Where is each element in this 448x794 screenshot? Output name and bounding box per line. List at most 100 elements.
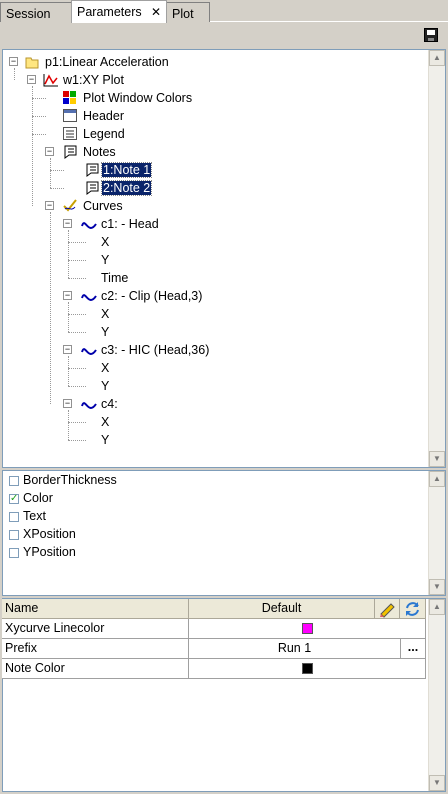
scroll-down-icon[interactable]: ▼ [429,775,445,791]
property-item[interactable]: Text [23,507,46,525]
ellipsis-button[interactable]: ... [401,639,426,659]
property-item[interactable]: XPosition [23,525,76,543]
tree-item-x[interactable]: X [101,359,109,377]
tree-item-curve-c3[interactable]: c3: - HIC (Head,36) [101,341,209,359]
curve-icon [81,217,97,231]
property-checkbox-checked[interactable]: ✓ [9,494,19,504]
toolbar [0,23,448,47]
xy-plot-icon [43,73,58,87]
property-item[interactable]: BorderThickness [23,471,117,489]
scroll-down-icon[interactable]: ▼ [429,579,445,595]
column-header-default[interactable]: Default [189,599,375,619]
tree-scrollbar[interactable]: ▲ ▼ [428,50,445,467]
folder-icon [25,55,39,69]
collapse-toggle-icon[interactable]: − [63,345,72,354]
header-icon [63,109,77,123]
tree-line [50,188,64,189]
column-header-name[interactable]: Name [2,599,189,619]
tree-item-header[interactable]: Header [83,107,124,125]
tree-line [68,332,86,333]
collapse-toggle-icon[interactable]: − [63,399,72,408]
tree-line [68,278,86,279]
tree-item-plot-window-colors[interactable]: Plot Window Colors [83,89,192,107]
curve-icon [81,343,97,357]
tree-line [50,170,64,171]
tree-line [68,356,69,386]
table-row-name: Xycurve Linecolor [2,619,189,639]
tree-line [68,230,69,278]
tree-item-note-1[interactable]: 1:Note 1 [100,162,153,178]
collapse-toggle-icon[interactable]: − [27,75,36,84]
tree-item-page[interactable]: p1:Linear Acceleration [45,53,169,71]
legend-icon [63,127,77,141]
scroll-up-icon[interactable]: ▲ [429,50,445,66]
tab-session[interactable]: Session [0,2,72,22]
grid-scrollbar[interactable]: ▲ ▼ [428,599,445,791]
tree-line [14,68,15,80]
property-item[interactable]: Color [23,489,53,507]
tree-item-y[interactable]: Y [101,431,109,449]
table-row-name: Prefix [2,639,189,659]
tree-item-notes[interactable]: Notes [83,143,116,161]
property-checkbox[interactable] [9,530,19,540]
note-icon [63,145,77,159]
refresh-icon[interactable] [400,599,426,619]
tree-item-curve-c2[interactable]: c2: - Clip (Head,3) [101,287,202,305]
tree-line [68,410,69,440]
tree-line [68,368,86,369]
property-scrollbar[interactable]: ▲ ▼ [428,471,445,595]
note-icon [85,181,99,195]
color-swatch-cell[interactable] [189,619,426,639]
scroll-up-icon[interactable]: ▲ [429,599,445,615]
tree-item-curve-c4[interactable]: c4: [101,395,118,413]
property-checkbox[interactable] [9,548,19,558]
tab-plot-label: Plot [172,7,194,21]
tab-session-label: Session [6,7,51,21]
scroll-down-icon[interactable]: ▼ [429,451,445,467]
tree-item-curves[interactable]: Curves [83,197,123,215]
tree-item-y[interactable]: Y [101,251,109,269]
collapse-toggle-icon[interactable]: − [63,291,72,300]
tree-item-time[interactable]: Time [101,269,128,287]
tree-item-legend[interactable]: Legend [83,125,125,143]
close-icon[interactable]: ✕ [151,5,161,19]
save-icon[interactable] [424,28,438,42]
property-item[interactable]: YPosition [23,543,76,561]
black-swatch[interactable] [301,663,313,675]
tree-item-x[interactable]: X [101,413,109,431]
tree-item-window[interactable]: w1:XY Plot [63,71,124,89]
collapse-toggle-icon[interactable]: − [63,219,72,228]
color-swatch-cell[interactable] [189,659,426,679]
tab-bar: Session Parameters ✕ Plot [0,0,448,23]
tree-line [68,314,86,315]
curve-icon [81,289,97,303]
property-checkbox[interactable] [9,476,19,486]
curves-check-icon [63,199,77,213]
tree-item-y[interactable]: Y [101,377,109,395]
tree-item-curve-c1[interactable]: c1: - Head [101,215,159,233]
tree-line [68,242,86,243]
tree-item-x[interactable]: X [101,305,109,323]
tab-parameters[interactable]: Parameters ✕ [71,0,167,23]
curve-icon [81,397,97,411]
collapse-toggle-icon[interactable]: − [9,57,18,66]
prefix-value-cell[interactable]: Run 1 [189,639,401,659]
tree-line [50,212,51,404]
tree-line [32,98,46,99]
tree-line [68,260,86,261]
tree-item-note-2[interactable]: 2:Note 2 [100,180,153,196]
collapse-toggle-icon[interactable]: − [45,201,54,210]
tree-item-y[interactable]: Y [101,323,109,341]
palette-icon [63,91,77,105]
parameters-browser: Session Parameters ✕ Plot ▲ ▼ − p1:Linea… [0,0,448,794]
tab-plot[interactable]: Plot [166,2,210,22]
tree-line [68,422,86,423]
magenta-swatch[interactable] [301,623,313,635]
tree-line [32,116,46,117]
collapse-toggle-icon[interactable]: − [45,147,54,156]
note-icon [85,163,99,177]
edit-pencil-icon[interactable] [375,599,400,619]
tree-item-x[interactable]: X [101,233,109,251]
scroll-up-icon[interactable]: ▲ [429,471,445,487]
property-checkbox[interactable] [9,512,19,522]
